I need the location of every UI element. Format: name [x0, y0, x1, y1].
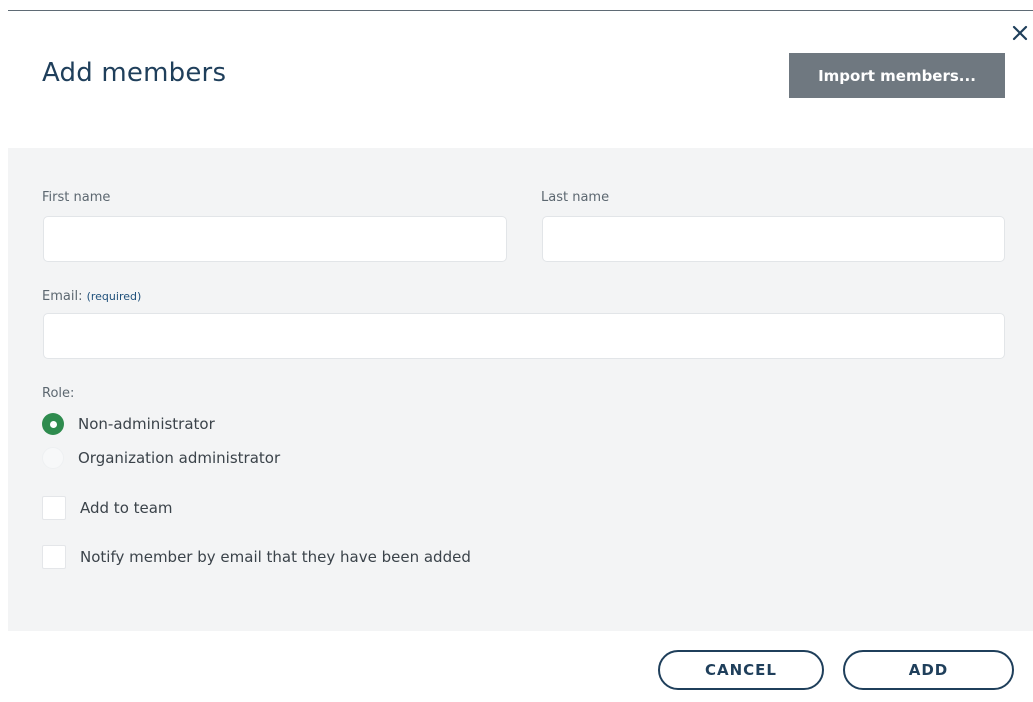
add-to-team-checkbox[interactable]	[42, 496, 66, 520]
email-label-text: Email:	[42, 289, 83, 304]
email-label: Email: (required)	[42, 289, 141, 304]
import-members-button[interactable]: Import members...	[789, 53, 1005, 98]
add-to-team-label: Add to team	[80, 499, 173, 517]
email-input[interactable]	[43, 313, 1005, 359]
close-icon[interactable]	[1011, 24, 1029, 42]
add-members-dialog: Add members Import members... First name…	[0, 0, 1033, 702]
last-name-input[interactable]	[542, 216, 1005, 262]
role-label: Role:	[42, 386, 75, 401]
radio-selected-icon[interactable]	[42, 413, 64, 435]
notify-option[interactable]: Notify member by email that they have be…	[42, 545, 471, 569]
add-button[interactable]: ADD	[843, 650, 1014, 690]
top-divider	[8, 10, 1033, 11]
role-option-label: Non-administrator	[78, 415, 215, 433]
dialog-title: Add members	[42, 58, 227, 88]
first-name-input[interactable]	[43, 216, 507, 262]
last-name-label: Last name	[541, 190, 610, 205]
first-name-label: First name	[42, 190, 111, 205]
role-option-organization-administrator[interactable]: Organization administrator	[42, 447, 280, 469]
cancel-button[interactable]: CANCEL	[658, 650, 824, 690]
notify-label: Notify member by email that they have be…	[80, 548, 471, 566]
radio-dot	[49, 420, 57, 428]
radio-unselected-icon[interactable]	[42, 447, 64, 469]
add-to-team-option[interactable]: Add to team	[42, 496, 173, 520]
role-option-non-administrator[interactable]: Non-administrator	[42, 413, 215, 435]
role-option-label: Organization administrator	[78, 449, 281, 467]
email-required-hint: (required)	[86, 290, 142, 303]
notify-checkbox[interactable]	[42, 545, 66, 569]
